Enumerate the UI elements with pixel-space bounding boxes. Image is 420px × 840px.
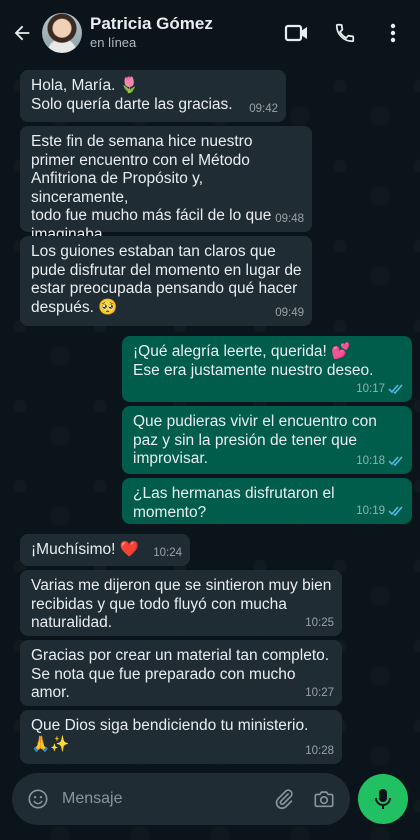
message-bubble[interactable]: ¡Muchísimo! ❤️ 10:24 [20,534,190,566]
chat-header: Patricia Gómez en línea [0,0,420,66]
message-text: Los guiones estaban tan claros que pude … [31,243,302,316]
message-bubble[interactable]: Hola, María. 🌷 Solo quería darte las gra… [20,70,286,122]
contact-status: en línea [90,35,137,50]
camera-icon[interactable] [312,787,336,811]
microphone-button[interactable] [358,774,408,824]
message-bubble[interactable]: Gracias por crear un material tan comple… [20,640,342,706]
more-vert-icon[interactable] [380,20,406,46]
message-time: 10:18 [356,454,385,467]
message-time: 10:17 [356,382,385,395]
message-time: 10:27 [305,686,334,699]
message-time: 10:24 [153,546,182,559]
back-arrow-icon[interactable] [8,19,36,47]
message-input[interactable] [62,790,272,808]
read-receipt-icon [388,384,403,395]
message-bubble[interactable]: ¡Qué alegría leerte, querida! 💕 Ese era … [122,336,412,402]
message-bubble[interactable]: Varias me dijeron que se sintieron muy b… [20,570,342,636]
message-bubble[interactable]: Los guiones estaban tan claros que pude … [20,236,312,326]
video-camera-icon[interactable] [284,20,310,46]
message-time: 10:28 [305,744,334,757]
emoji-icon[interactable] [26,787,50,811]
avatar[interactable] [42,13,82,53]
message-time: 10:25 [305,616,334,629]
contact-name: Patricia Gómez [90,14,213,33]
message-time: 09:48 [275,212,304,225]
message-text: Gracias por crear un material tan comple… [31,647,330,701]
message-time: 10:19 [356,504,385,517]
message-composer [12,773,350,825]
message-text: Que Dios siga bendiciendo tu ministerio.… [31,717,309,753]
read-receipt-icon [388,506,403,517]
phone-icon[interactable] [332,20,358,46]
message-time: 09:42 [249,102,278,115]
message-text: Varias me dijeron que se sintieron muy b… [31,577,332,631]
message-bubble[interactable]: ¿Las hermanas disfrutaron el momento? 10… [122,478,412,524]
message-time: 09:49 [275,306,304,319]
message-text: Este fin de semana hice nuestro primer e… [31,133,272,243]
message-text: ¡Qué alegría leerte, querida! 💕 Ese era … [133,343,374,379]
message-bubble[interactable]: Que Dios siga bendiciendo tu ministerio.… [20,710,342,764]
paperclip-icon[interactable] [272,787,296,811]
microphone-icon [375,789,391,809]
message-bubble[interactable]: Que pudieras vivir el encuentro con paz … [122,406,412,474]
read-receipt-icon [388,456,403,467]
contact-info[interactable]: Patricia Gómez en línea [90,14,284,52]
message-text: Hola, María. 🌷 Solo quería darte las gra… [31,77,233,113]
message-bubble[interactable]: Este fin de semana hice nuestro primer e… [20,126,312,243]
